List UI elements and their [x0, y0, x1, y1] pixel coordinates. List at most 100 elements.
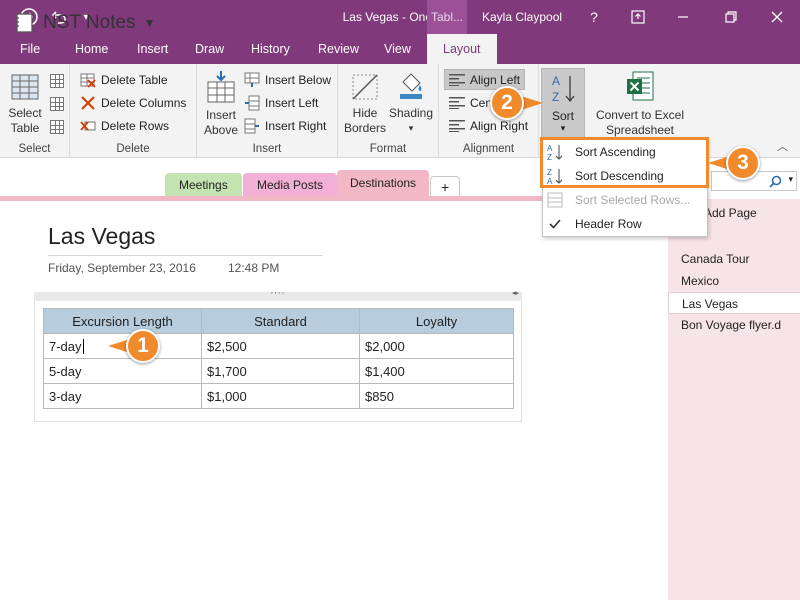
- group-alignment-label: Alignment: [462, 143, 515, 155]
- table-cell[interactable]: 5-day: [43, 358, 202, 384]
- paint-bucket-icon: [400, 73, 422, 99]
- table-cell[interactable]: $1,400: [359, 358, 514, 384]
- section-tab-meetings[interactable]: Meetings: [165, 173, 242, 197]
- table-header-cell[interactable]: Standard: [201, 308, 360, 334]
- select-table-button[interactable]: Select Table: [6, 72, 44, 136]
- sort-selected-rows-label: Sort Selected Rows...: [575, 193, 691, 207]
- page-date: Friday, September 23, 2016: [48, 261, 196, 275]
- cell-text: 7-day: [49, 338, 82, 354]
- page-item-las-vegas[interactable]: Las Vegas: [668, 292, 800, 314]
- table-move-handle[interactable]: ···· ◂▸: [34, 287, 522, 301]
- insert-above-icon: [207, 71, 235, 103]
- page-item-mexico[interactable]: Mexico: [668, 270, 800, 292]
- delete-rows-icon: [80, 121, 96, 131]
- insert-below-button[interactable]: Insert Below: [244, 69, 331, 91]
- highlight-box: [540, 137, 709, 188]
- shading-dropdown-icon: ▾: [408, 123, 414, 133]
- align-right-label: Align Right: [470, 118, 529, 133]
- collapse-ribbon-icon[interactable]: ︿: [777, 138, 788, 154]
- notebook-icon: [15, 13, 33, 33]
- minimize-icon[interactable]: [668, 0, 698, 34]
- group-format-label: Format: [369, 143, 407, 155]
- insert-right-button[interactable]: Insert Right: [244, 115, 326, 137]
- shading-label: Shading: [388, 106, 434, 120]
- select-cell-icon[interactable]: [50, 120, 64, 134]
- excursion-table: Excursion Length Standard Loyalty 7-day​…: [43, 308, 514, 409]
- table-cell[interactable]: $2,000: [359, 333, 514, 359]
- user-name[interactable]: Kayla Claypool: [482, 0, 562, 34]
- help-button[interactable]: ?: [582, 0, 606, 34]
- svg-text:A: A: [552, 74, 560, 88]
- hide-borders-button[interactable]: Hide Borders: [342, 72, 388, 136]
- delete-columns-label: Delete Columns: [101, 96, 187, 110]
- table-header-cell[interactable]: Excursion Length: [43, 308, 202, 334]
- resize-arrows-icon[interactable]: ◂▸: [512, 289, 519, 297]
- align-left-icon: [449, 73, 465, 86]
- center-button[interactable]: Cen: [445, 92, 492, 113]
- notebook-picker[interactable]: NST Notes ▼: [13, 12, 155, 34]
- section-tab-media-posts[interactable]: Media Posts: [243, 173, 338, 197]
- tab-review[interactable]: Review: [318, 34, 359, 64]
- table-cell[interactable]: $850: [359, 383, 514, 409]
- delete-table-icon: [80, 73, 96, 88]
- align-right-button[interactable]: Align Right: [445, 115, 528, 136]
- hide-borders-icon: [352, 74, 378, 100]
- page-item-canada-tour[interactable]: Canada Tour: [668, 248, 800, 270]
- sort-selected-rows-item[interactable]: Sort Selected Rows...: [543, 188, 707, 212]
- select-table-label-1: Select: [8, 106, 42, 120]
- restore-icon[interactable]: [716, 0, 746, 34]
- callout-3: 3: [726, 146, 760, 180]
- tab-file[interactable]: File: [20, 34, 40, 64]
- insert-left-icon: [245, 95, 260, 111]
- excel-icon: [627, 71, 654, 101]
- convert-label-2: Spreadsheet: [605, 123, 675, 137]
- tab-home[interactable]: Home: [75, 34, 108, 64]
- align-center-icon: [449, 96, 465, 109]
- tab-draw[interactable]: Draw: [195, 34, 224, 64]
- title-underline: [48, 255, 323, 256]
- insert-above-label-2: Above: [203, 123, 239, 137]
- sort-button[interactable]: A Z Sort ▾: [541, 68, 585, 138]
- table-cell[interactable]: $2,500: [201, 333, 360, 359]
- insert-above-button[interactable]: Insert Above: [201, 70, 241, 138]
- shading-button[interactable]: Shading ▾: [388, 70, 434, 136]
- search-icon: [769, 175, 782, 188]
- context-tab-header: Tabl...: [427, 0, 467, 34]
- delete-rows-button[interactable]: Delete Rows: [80, 115, 169, 137]
- convert-to-excel-button[interactable]: Convert to Excel Spreadsheet: [588, 70, 692, 138]
- callout-2-tail: [521, 96, 543, 110]
- convert-label-1: Convert to Excel: [595, 108, 685, 122]
- ribbon-display-icon[interactable]: [624, 0, 652, 34]
- section-tab-destinations[interactable]: Destinations: [337, 170, 430, 197]
- page-item-bon-voyage[interactable]: Bon Voyage flyer.d: [668, 314, 800, 336]
- tab-history[interactable]: History: [251, 34, 290, 64]
- header-row-item[interactable]: Header Row: [543, 212, 707, 236]
- tab-layout[interactable]: Layout: [427, 34, 497, 64]
- select-column-icon[interactable]: [50, 74, 64, 88]
- page-time: 12:48 PM: [228, 261, 280, 275]
- align-right-icon: [449, 119, 465, 132]
- select-row-icon[interactable]: [50, 97, 64, 111]
- close-icon[interactable]: [762, 0, 792, 34]
- delete-table-button[interactable]: Delete Table: [80, 69, 168, 91]
- insert-left-label: Insert Left: [265, 96, 319, 110]
- table-header-cell[interactable]: Loyalty: [359, 308, 514, 334]
- group-insert: Insert Above Insert Below Insert Left In…: [197, 64, 338, 158]
- sort-icon: A Z: [552, 74, 575, 104]
- table-cell[interactable]: $1,700: [201, 358, 360, 384]
- group-alignment: Align Left Cen Align Right Alignment: [439, 64, 539, 158]
- insert-right-label: Insert Right: [265, 119, 327, 133]
- table-row: 5-day $1,700 $1,400: [43, 358, 514, 384]
- add-section-button[interactable]: +: [430, 176, 461, 196]
- tab-view[interactable]: View: [384, 34, 411, 64]
- insert-left-button[interactable]: Insert Left: [244, 92, 318, 114]
- group-format: Hide Borders Shading ▾ Format: [338, 64, 439, 158]
- page-title[interactable]: Las Vegas: [48, 223, 155, 250]
- table-cell[interactable]: 3-day: [43, 383, 202, 409]
- search-scope-dropdown-icon[interactable]: ▾: [788, 174, 793, 185]
- delete-columns-button[interactable]: Delete Columns: [80, 92, 186, 114]
- table-cell[interactable]: $1,000: [201, 383, 360, 409]
- tab-insert[interactable]: Insert: [137, 34, 168, 64]
- notebook-dropdown-icon: ▼: [143, 16, 156, 30]
- group-select: Select Table Select: [0, 64, 70, 158]
